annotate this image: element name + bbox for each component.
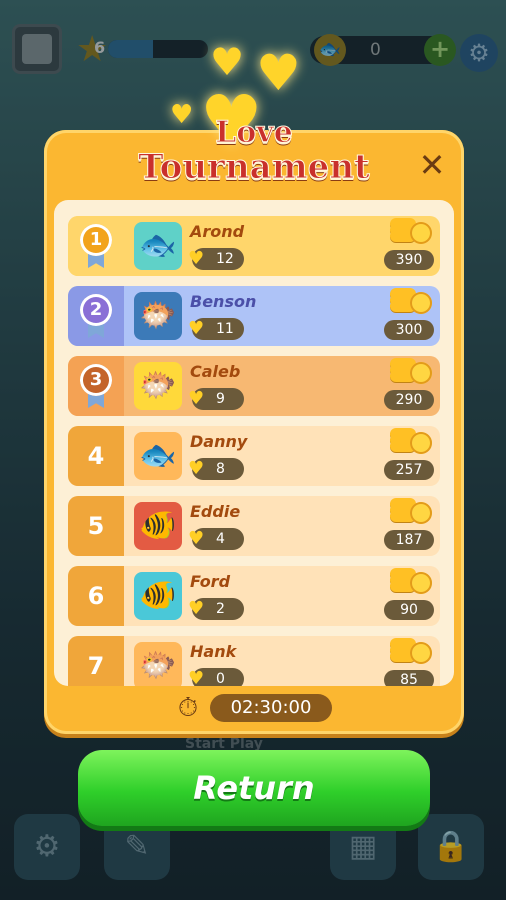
heart-icon: ♥ — [188, 668, 205, 686]
score-value: 12 — [216, 251, 234, 267]
score-value: 8 — [216, 461, 225, 477]
score-value: 9 — [216, 391, 225, 407]
coin-stack-icon — [390, 498, 432, 526]
medal-icon: 1 — [80, 224, 112, 256]
rank-badge: 3 — [68, 356, 124, 416]
score-value: 2 — [216, 601, 225, 617]
modal-title: Love Tournament — [44, 115, 464, 187]
reward-value: 300 — [384, 320, 434, 340]
player-name: Benson — [190, 292, 257, 311]
coin-stack-icon — [390, 218, 432, 246]
score-value: 0 — [216, 671, 225, 686]
score-value: 11 — [216, 321, 234, 337]
leaderboard-row: 7 🐡 Hank ♥ 0 85 — [68, 636, 440, 686]
heart-score: ♥ 12 — [188, 248, 244, 270]
coin-stack-icon — [390, 638, 432, 666]
fish-avatar-icon: 🐡 — [134, 292, 182, 340]
heart-score: ♥ 8 — [188, 458, 244, 480]
player-name: Hank — [190, 642, 237, 661]
fish-avatar-icon: 🐠 — [134, 502, 182, 550]
player-name: Ford — [190, 572, 231, 591]
heart-score: ♥ 2 — [188, 598, 244, 620]
coin-icon — [410, 642, 432, 664]
close-icon: ✕ — [418, 146, 446, 184]
coin-icon — [410, 432, 432, 454]
heart-score: ♥ 11 — [188, 318, 244, 340]
title-line-1: Love — [215, 115, 294, 150]
player-name: Eddie — [190, 502, 241, 521]
rank-badge: 4 — [68, 426, 124, 486]
coin-icon — [410, 502, 432, 524]
leaderboard-row: 6 🐠 Ford ♥ 2 90 — [68, 566, 440, 626]
heart-score: ♥ 0 — [188, 668, 244, 686]
heart-icon: ♥ — [188, 528, 205, 549]
leaderboard-row: 4 🐟 Danny ♥ 8 257 — [68, 426, 440, 486]
coin-icon — [410, 292, 432, 314]
fish-avatar-icon: 🐡 — [134, 642, 182, 686]
heart-icon: ♥ — [188, 598, 205, 619]
score-value: 4 — [216, 531, 225, 547]
coin-icon — [410, 362, 432, 384]
heart-icon: ♥ — [188, 458, 205, 479]
reward-value: 85 — [384, 670, 434, 686]
heart-score: ♥ 9 — [188, 388, 244, 410]
rank-badge: 7 — [68, 636, 124, 686]
fish-avatar-icon: 🐟 — [134, 222, 182, 270]
heart-icon: ♥ — [188, 318, 205, 339]
leaderboard-row: 5 🐠 Eddie ♥ 4 187 — [68, 496, 440, 556]
player-name: Caleb — [190, 362, 241, 381]
coin-stack-icon — [390, 358, 432, 386]
reward-value: 187 — [384, 530, 434, 550]
rank-badge: 2 — [68, 286, 124, 346]
fish-avatar-icon: 🐡 — [134, 362, 182, 410]
player-name: Arond — [190, 222, 245, 241]
leaderboard-row: 3 🐡 Caleb ♥ 9 290 — [68, 356, 440, 416]
coin-stack-icon — [390, 288, 432, 316]
reward-value: 290 — [384, 390, 434, 410]
coin-stack-icon — [390, 428, 432, 456]
heart-icon: ♥ — [210, 40, 245, 84]
rank-badge: 5 — [68, 496, 124, 556]
medal-icon: 2 — [80, 294, 112, 326]
fish-avatar-icon: 🐠 — [134, 572, 182, 620]
leaderboard-row: 2 🐡 Benson ♥ 11 300 — [68, 286, 440, 346]
coin-icon — [410, 222, 432, 244]
close-button[interactable]: ✕ — [412, 145, 452, 185]
reward-value: 257 — [384, 460, 434, 480]
rank-badge: 6 — [68, 566, 124, 626]
timer-value: 02:30:00 — [210, 694, 332, 722]
return-button[interactable]: Return — [78, 750, 430, 826]
reward-value: 390 — [384, 250, 434, 270]
stopwatch-icon: ⏱ — [177, 693, 199, 723]
leaderboard-row: 1 🐟 Arond ♥ 12 390 — [68, 216, 440, 276]
reward-value: 90 — [384, 600, 434, 620]
title-line-2: Tournament — [138, 147, 371, 187]
fish-avatar-icon: 🐟 — [134, 432, 182, 480]
heart-icon: ♥ — [188, 388, 205, 409]
heart-icon: ♥ — [188, 248, 205, 269]
coin-stack-icon — [390, 568, 432, 596]
medal-icon: 3 — [80, 364, 112, 396]
coin-icon — [410, 572, 432, 594]
player-name: Danny — [190, 432, 248, 451]
leaderboard-list[interactable]: 1 🐟 Arond ♥ 12 390 2 🐡 Benson ♥ 11 300 3 🐡 Caleb ♥ 9 290 4… — [54, 200, 454, 686]
rank-badge: 1 — [68, 216, 124, 276]
tournament-timer: ⏱ 02:30:00 — [170, 692, 340, 724]
heart-score: ♥ 4 — [188, 528, 244, 550]
